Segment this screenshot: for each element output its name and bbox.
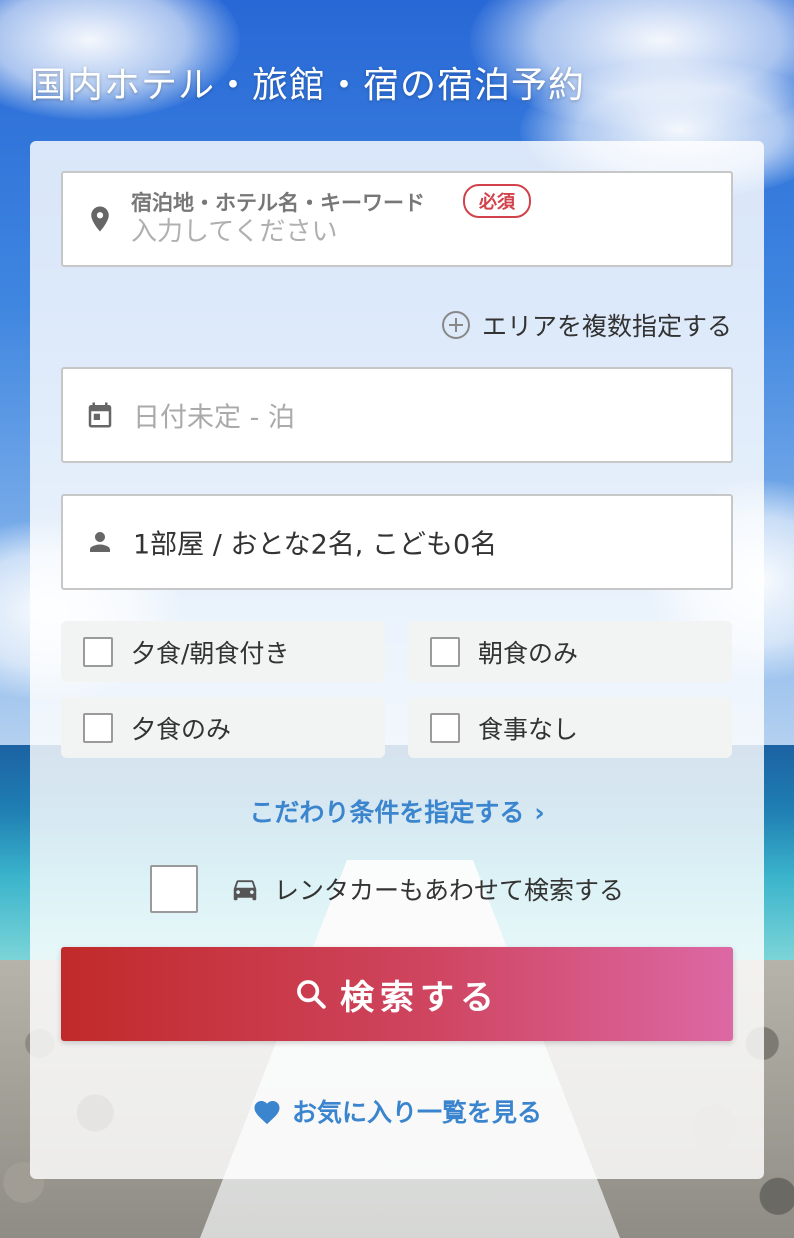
- meal-label: 朝食のみ: [478, 638, 579, 668]
- search-label: 検索する: [340, 977, 500, 1018]
- meal-label: 夕食/朝食付き: [131, 638, 290, 668]
- required-badge: 必須: [463, 184, 531, 218]
- page-title: 国内ホテル・旅館・宿の宿泊予約: [30, 65, 586, 106]
- map-pin-icon: [91, 206, 109, 232]
- guest-value: 1部屋 / おとな2名, こども0名: [133, 529, 498, 561]
- meal-option-dinner-only[interactable]: 夕食のみ: [61, 697, 385, 758]
- meal-label: 食事なし: [478, 714, 579, 744]
- search-button[interactable]: 検索する: [61, 947, 733, 1041]
- rental-car-label: レンタカーもあわせて検索する: [274, 876, 625, 905]
- keyword-field[interactable]: 宿泊地・ホテル名・キーワード 必須: [61, 171, 733, 267]
- meal-option-dinner-breakfast[interactable]: 夕食/朝食付き: [61, 621, 385, 682]
- meal-option-breakfast-only[interactable]: 朝食のみ: [408, 621, 732, 682]
- multi-area-label: エリアを複数指定する: [481, 312, 732, 341]
- checkbox[interactable]: [430, 636, 460, 667]
- keyword-label: 宿泊地・ホテル名・キーワード: [131, 191, 425, 215]
- preferences-link[interactable]: こだわり条件を指定する ›: [30, 793, 764, 829]
- date-field[interactable]: 日付未定 - 泊: [61, 367, 733, 463]
- heart-icon: [254, 1101, 280, 1125]
- meal-label: 夕食のみ: [131, 714, 232, 744]
- search-panel: 宿泊地・ホテル名・キーワード 必須 エリアを複数指定する 日付未定 - 泊 1部…: [30, 141, 764, 1179]
- multi-area-link[interactable]: エリアを複数指定する: [441, 307, 732, 343]
- checkbox[interactable]: [83, 636, 113, 667]
- date-value: 日付未定 - 泊: [133, 402, 295, 434]
- rental-car-option[interactable]: レンタカーもあわせて検索する: [150, 865, 624, 913]
- favorites-label: お気に入り一覧を見る: [291, 1098, 542, 1127]
- meal-option-no-meal[interactable]: 食事なし: [408, 697, 732, 758]
- chevron-right-icon: ›: [534, 798, 545, 827]
- search-icon: [297, 980, 326, 1009]
- guest-field[interactable]: 1部屋 / おとな2名, こども0名: [61, 494, 733, 590]
- checkbox[interactable]: [83, 712, 113, 743]
- person-icon: [90, 532, 110, 552]
- favorites-link[interactable]: お気に入り一覧を見る: [30, 1093, 764, 1129]
- calendar-icon: [88, 402, 112, 428]
- preferences-label: こだわり条件を指定する: [249, 798, 525, 827]
- rental-car-checkbox[interactable]: [150, 865, 198, 913]
- keyword-input[interactable]: [131, 217, 691, 247]
- plus-circle-icon: [441, 311, 470, 339]
- car-icon: [233, 880, 257, 901]
- checkbox[interactable]: [430, 712, 460, 743]
